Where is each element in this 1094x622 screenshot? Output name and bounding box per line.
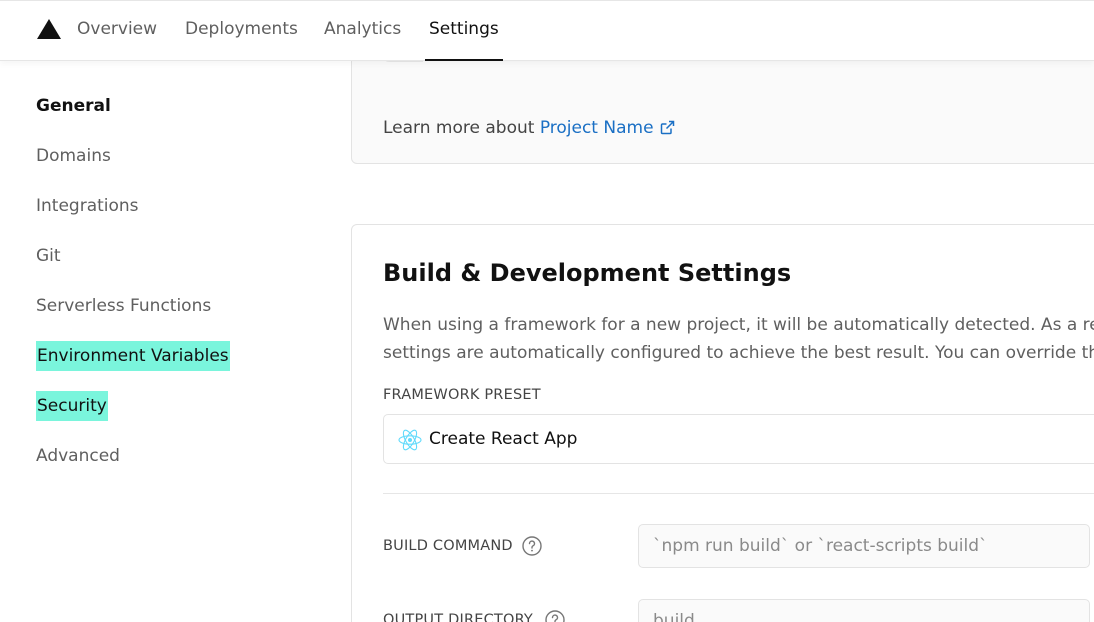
description-line: settings are automatically configured to… <box>383 343 1094 363</box>
sidebar-item-advanced[interactable]: Advanced <box>36 441 120 471</box>
divider <box>383 493 1094 494</box>
tab-settings[interactable]: Settings <box>425 19 503 61</box>
build-command-input[interactable]: `npm run build` or `react-scripts build` <box>638 524 1090 568</box>
question-mark-icon[interactable] <box>545 610 565 622</box>
description-line: When using a framework for a new project… <box>383 315 1094 335</box>
framework-preset-label: FRAMEWORK PRESET <box>383 387 541 403</box>
active-tab-indicator <box>425 59 503 61</box>
tab-overview[interactable]: Overview <box>77 19 157 61</box>
tab-label: Overview <box>77 19 158 39</box>
card-title: Build & Development Settings <box>383 259 792 287</box>
tab-analytics[interactable]: Analytics <box>324 19 401 61</box>
learn-more-text: Learn more about Project Name <box>383 118 675 140</box>
tab-label: Analytics <box>324 19 402 39</box>
learn-more-prefix: Learn more about <box>383 118 535 138</box>
tab-label: Deployments <box>185 19 298 39</box>
build-command-label: BUILD COMMAND <box>383 538 513 554</box>
question-mark-icon[interactable] <box>522 536 542 556</box>
triangle-logo-icon[interactable] <box>36 18 62 40</box>
project-name-docs-link[interactable]: Project Name <box>540 118 675 138</box>
framework-preset-select[interactable]: Create React App <box>383 414 1094 464</box>
link-label: Project Name <box>539 118 654 138</box>
card-description: When using a framework for a new project… <box>383 311 1094 367</box>
top-navigation: Overview Deployments Analytics Settings <box>0 0 1094 61</box>
sidebar-item-environment-variables[interactable]: Environment Variables <box>36 341 230 371</box>
tab-label: Settings <box>429 19 499 39</box>
sidebar-item-domains[interactable]: Domains <box>36 141 111 171</box>
sidebar-item-integrations[interactable]: Integrations <box>36 191 139 221</box>
app-window: Overview Deployments Analytics Settings … <box>0 0 1094 622</box>
tab-deployments[interactable]: Deployments <box>185 19 298 61</box>
sidebar-item-serverless-functions[interactable]: Serverless Functions <box>36 291 211 321</box>
framework-preset-value: Create React App <box>429 429 578 449</box>
output-directory-input[interactable]: build <box>638 599 1090 622</box>
react-icon <box>397 427 423 457</box>
build-settings-card: Build & Development Settings When using … <box>351 224 1094 622</box>
sidebar-item-git[interactable]: Git <box>36 241 61 271</box>
output-directory-label: OUTPUT DIRECTORY <box>383 612 533 622</box>
external-link-icon <box>660 120 675 140</box>
sidebar-item-general[interactable]: General <box>36 91 111 121</box>
sidebar-item-security[interactable]: Security <box>36 391 108 421</box>
